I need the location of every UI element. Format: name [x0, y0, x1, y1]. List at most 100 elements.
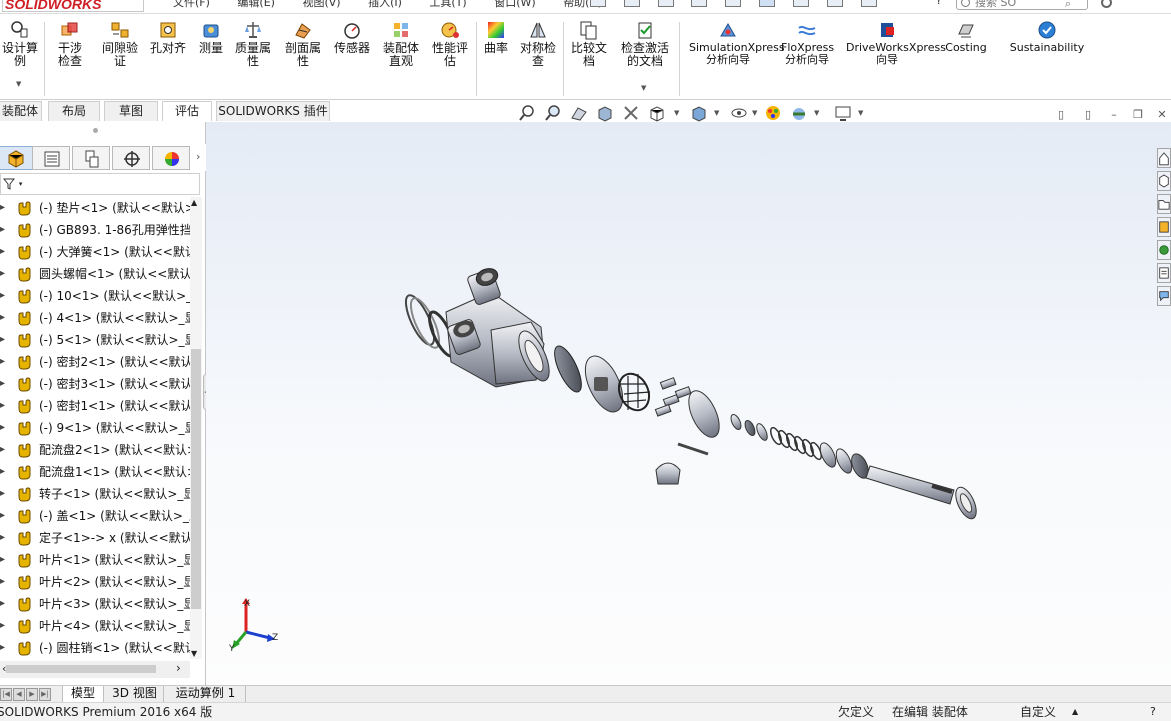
- tree-horizontal-scrollbar[interactable]: ‹ ›: [0, 661, 190, 678]
- forum-tab[interactable]: [1157, 286, 1171, 306]
- new-document-icon[interactable]: [590, 0, 606, 7]
- tree-item[interactable]: ▸ (-) 密封2<1> (默认<<默认>: [0, 351, 190, 373]
- first-tab-arrow-icon[interactable]: |◀: [0, 688, 12, 701]
- expand-arrow-icon[interactable]: ▸: [0, 637, 8, 659]
- expand-arrow-icon[interactable]: ▸: [0, 571, 8, 593]
- mass-properties-button[interactable]: 质量属性: [230, 20, 276, 68]
- design-library-tab[interactable]: [1157, 171, 1171, 191]
- unit-system-arrow-icon[interactable]: ▲: [1072, 703, 1078, 721]
- tree-item[interactable]: ▸ 转子<1> (默认<<默认>_显: [0, 483, 190, 505]
- washer-parts[interactable]: [817, 441, 872, 481]
- tree-item[interactable]: ▸ 圆头螺帽<1> (默认<<默认>_: [0, 263, 190, 285]
- edit-appearance-icon[interactable]: [764, 104, 782, 122]
- spring-part[interactable]: [769, 426, 824, 461]
- view-palette-tab[interactable]: [1157, 217, 1171, 237]
- expand-arrow-icon[interactable]: ▸: [0, 395, 8, 417]
- seal-disk-part[interactable]: [549, 343, 586, 396]
- expand-arrow-icon[interactable]: ▸: [0, 505, 8, 527]
- sustainability-button[interactable]: Sustainability: [1008, 20, 1086, 54]
- tab-solidworks-addins[interactable]: SOLIDWORKS 插件: [216, 101, 330, 121]
- expand-arrow-icon[interactable]: ▸: [0, 197, 8, 219]
- prev-tab-arrow-icon[interactable]: ◀: [13, 688, 25, 701]
- expand-arrow-icon[interactable]: ▸: [0, 263, 8, 285]
- next-tab-arrow-icon[interactable]: ▶: [26, 688, 38, 701]
- expand-arrow-icon[interactable]: ▸: [0, 615, 8, 637]
- tree-item[interactable]: ▸ (-) 5<1> (默认<<默认>_显: [0, 329, 190, 351]
- close-icon[interactable]: ✕: [1155, 108, 1169, 122]
- seal-ring-parts[interactable]: [729, 413, 769, 442]
- tree-item[interactable]: ▸ (-) 10<1> (默认<<默认>_显: [0, 285, 190, 307]
- menu-view[interactable]: 视图(V): [302, 0, 340, 9]
- tree-item[interactable]: ▸ (-) 密封1<1> (默认<<默认>: [0, 395, 190, 417]
- tree-filter[interactable]: ▾: [0, 173, 200, 195]
- dropdown-arrow-icon[interactable]: ▼: [752, 109, 757, 117]
- last-tab-arrow-icon[interactable]: ▶|: [39, 688, 51, 701]
- dynamic-annotation-icon[interactable]: [622, 104, 640, 122]
- tree-item[interactable]: ▸ (-) 大弹簧<1> (默认<<默认>: [0, 241, 190, 263]
- dropdown-arrow-icon[interactable]: ▼: [674, 109, 679, 117]
- solidworks-resources-tab[interactable]: [1157, 148, 1171, 168]
- tree-item[interactable]: ▸ 定子<1>-> x (默认<<默认>: [0, 527, 190, 549]
- expand-arrow-icon[interactable]: ▸: [0, 241, 8, 263]
- options-icon[interactable]: [860, 0, 877, 7]
- check-active-document-button[interactable]: 检查激活的文档 ▼: [614, 20, 676, 92]
- filter-icon[interactable]: [2, 177, 19, 191]
- tab-evaluate[interactable]: 评估: [162, 101, 212, 121]
- solidworks-logo[interactable]: SOLIDWORKS: [2, 0, 144, 12]
- expand-arrow-icon[interactable]: ▸: [0, 373, 8, 395]
- restore-icon[interactable]: ❐: [1131, 108, 1145, 122]
- file-properties-icon[interactable]: [826, 0, 843, 7]
- section-properties-button[interactable]: 剖面属性: [280, 20, 326, 68]
- compare-documents-button[interactable]: 比较文档: [566, 20, 612, 68]
- tab-layout[interactable]: 布局: [48, 101, 100, 121]
- sensor-button[interactable]: 传感器: [330, 20, 374, 55]
- view-settings-icon[interactable]: [834, 104, 852, 122]
- scrollbar-thumb[interactable]: [6, 665, 156, 673]
- scrollbar-thumb[interactable]: [191, 349, 201, 609]
- scroll-down-icon[interactable]: ▼: [191, 649, 197, 658]
- tree-vertical-scrollbar[interactable]: ▲ ▼: [190, 197, 202, 659]
- tile-left-icon[interactable]: ▯: [1054, 108, 1068, 122]
- expand-arrow-icon[interactable]: ▸: [0, 307, 8, 329]
- dropdown-arrow-icon[interactable]: ▼: [16, 78, 21, 91]
- appearances-tab[interactable]: [1157, 240, 1171, 260]
- tab-dimxpert-manager[interactable]: [112, 146, 150, 170]
- tree-item[interactable]: ▸ (-) 圆柱销<1> (默认<<默认>: [0, 637, 190, 659]
- view-triad[interactable]: X Y Z: [226, 596, 282, 652]
- clearance-verification-button[interactable]: 间隙验证: [96, 20, 144, 68]
- tree-item[interactable]: ▸ (-) 9<1> (默认<<默认>_显: [0, 417, 190, 439]
- apply-scene-icon[interactable]: [790, 104, 808, 122]
- dome-nut-part[interactable]: [655, 462, 681, 485]
- pump-housing-part[interactable]: [445, 266, 555, 388]
- bearing-part[interactable]: [952, 484, 981, 522]
- print-icon[interactable]: [691, 0, 708, 7]
- expand-arrow-icon[interactable]: ▸: [0, 351, 8, 373]
- expand-arrow-icon[interactable]: ▸: [0, 417, 8, 439]
- costing-button[interactable]: Costing: [940, 20, 992, 54]
- expand-arrow-icon[interactable]: ▸: [0, 329, 8, 351]
- expand-arrow-icon[interactable]: ▸: [0, 483, 8, 505]
- tree-item[interactable]: ▸ 配流盘1<1> (默认<<默认>_: [0, 461, 190, 483]
- assembly-visualization-button[interactable]: 装配体直观: [378, 20, 424, 68]
- scroll-right-icon[interactable]: ›: [176, 661, 181, 675]
- tree-item[interactable]: ▸ 叶片<4> (默认<<默认>_显: [0, 615, 190, 637]
- tree-item[interactable]: ▸ 叶片<2> (默认<<默认>_显: [0, 571, 190, 593]
- symmetry-check-button[interactable]: 对称检查: [516, 20, 560, 68]
- expand-arrow-icon[interactable]: ▸: [0, 219, 8, 241]
- simulationxpress-button[interactable]: SimulationXpress分析向导: [682, 20, 785, 66]
- menu-window[interactable]: 窗口(W): [494, 0, 535, 9]
- previous-view-icon[interactable]: [570, 104, 588, 122]
- tree-item[interactable]: ▸ (-) 4<1> (默认<<默认>_显: [0, 307, 190, 329]
- dropdown-arrow-icon[interactable]: ▼: [714, 109, 719, 117]
- expand-arrow-icon[interactable]: ▸: [0, 593, 8, 615]
- expand-arrow-icon[interactable]: ▸: [0, 527, 8, 549]
- dropdown-arrow-icon[interactable]: ▼: [814, 109, 819, 117]
- tab-3d-view[interactable]: 3D 视图: [106, 686, 164, 702]
- tab-configuration-manager[interactable]: [72, 146, 110, 170]
- measure-button[interactable]: 测量: [194, 20, 228, 55]
- tab-motion-study[interactable]: 运动算例 1: [166, 686, 246, 702]
- tree-item[interactable]: ▸ (-) 垫片<1> (默认<<默认>_: [0, 197, 190, 219]
- zoom-to-fit-icon[interactable]: [518, 104, 536, 122]
- help-icon[interactable]: ?: [1150, 703, 1156, 721]
- tile-right-icon[interactable]: ▯: [1081, 108, 1095, 122]
